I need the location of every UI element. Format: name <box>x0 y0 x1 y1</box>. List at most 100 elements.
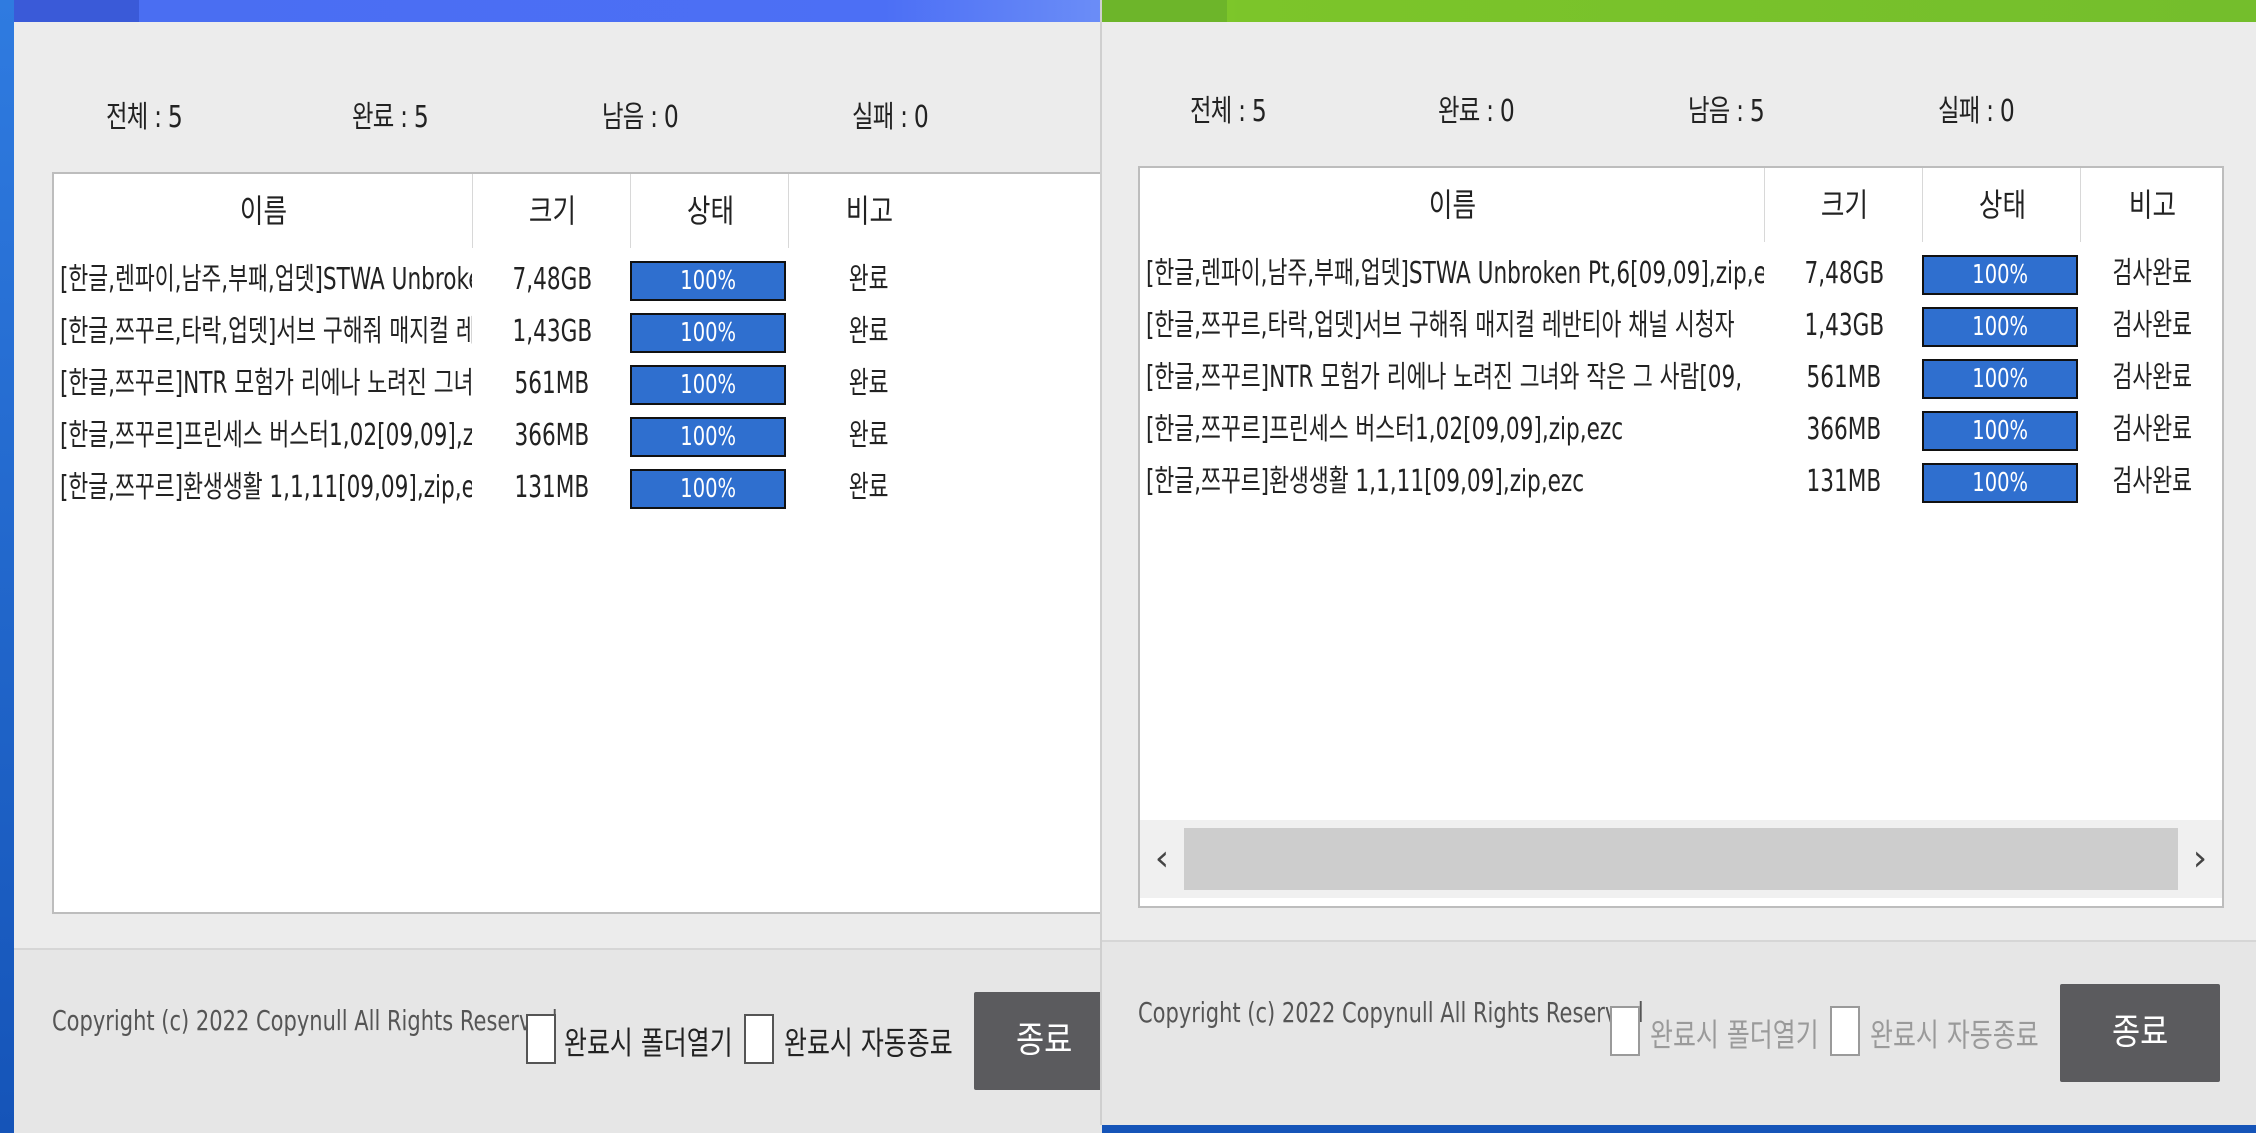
file-note: 완료 <box>849 418 889 453</box>
file-size: 7,48GB <box>1804 256 1884 291</box>
table-row[interactable]: [한글,쯔꾸르]NTR 모험가 리에나 노려진 그녀와 작은 그 사람[09, … <box>1140 352 2222 404</box>
stat-remaining: 남음 : 0 <box>602 100 679 135</box>
scrollbar-thumb[interactable] <box>1184 828 2178 890</box>
column-divider <box>1764 168 1765 242</box>
stat-done: 완료 : 5 <box>352 100 429 135</box>
scroll-right-arrow-icon[interactable]: › <box>2178 820 2222 898</box>
table-row[interactable]: [한글,렌파이,남주,부패,업뎃]STWA Unbroken Pt,6[09,0… <box>54 254 1102 306</box>
column-header-size[interactable]: 크기 <box>1766 168 1922 242</box>
right-title-bar[interactable] <box>1102 0 2256 22</box>
left-file-list[interactable]: 이름 크기 상태 비고 [한글,렌파이,남주,부패,업뎃]STWA Unbrok… <box>52 172 1102 914</box>
column-divider <box>630 174 631 248</box>
stat-done: 완료 : 0 <box>1438 94 1515 129</box>
open-folder-label[interactable]: 완료시 폴더열기 <box>564 1018 733 1064</box>
file-note: 완료 <box>849 262 889 297</box>
column-header-note[interactable]: 비고 <box>790 174 948 248</box>
file-size: 131MB <box>1806 464 1882 499</box>
table-row[interactable]: [한글,쯔꾸르]프린세스 버스터1,02[09,09],zip,ezc 366M… <box>1140 404 2222 456</box>
progress-bar: 100% <box>1922 307 2078 347</box>
file-note: 완료 <box>849 366 889 401</box>
file-note: 검사완료 <box>2112 256 2192 291</box>
file-name: [한글,쯔꾸르]프린세스 버스터1,02[09,09],zip,ezc <box>1146 412 1624 447</box>
file-size: 366MB <box>514 418 590 453</box>
left-footer: Copyright (c) 2022 Copynull All Rights R… <box>14 948 1102 1133</box>
table-row[interactable]: [한글,쯔꾸르]NTR 모험가 리에나 노려진 그녀와 작은 그 사람[ 561… <box>54 358 1102 410</box>
column-header-status[interactable]: 상태 <box>632 174 788 248</box>
copyright-text: Copyright (c) 2022 Copynull All Rights R… <box>1138 996 1644 1029</box>
file-size: 561MB <box>514 366 590 401</box>
column-divider <box>788 174 789 248</box>
open-folder-label[interactable]: 완료시 폴더열기 <box>1650 1010 1819 1056</box>
left-download-window: 전체 : 5 완료 : 5 남음 : 0 실패 : 0 이름 크기 상태 비고 … <box>14 0 1102 1133</box>
exit-button[interactable]: 종료 <box>974 992 1102 1090</box>
progress-bar: 100% <box>1922 411 2078 451</box>
file-name: [한글,쯔꾸르]환생생활 1,1,11[09,09],zip,ezc <box>60 470 472 505</box>
column-divider <box>1922 168 1923 242</box>
file-size: 1,43GB <box>1804 308 1884 343</box>
column-header-name[interactable]: 이름 <box>1140 168 1764 242</box>
file-name: [한글,쯔꾸르]프린세스 버스터1,02[09,09],zip,ezc <box>60 418 472 453</box>
copyright-text: Copyright (c) 2022 Copynull All Rights R… <box>52 1004 558 1037</box>
open-folder-checkbox[interactable] <box>526 1014 556 1064</box>
file-name: [한글,쯔꾸르]NTR 모험가 리에나 노려진 그녀와 작은 그 사람[09, <box>1146 360 1743 395</box>
title-accent <box>14 0 139 22</box>
file-size: 131MB <box>514 470 590 505</box>
progress-bar: 100% <box>630 469 786 509</box>
right-file-list[interactable]: 이름 크기 상태 비고 [한글,렌파이,남주,부패,업뎃]STWA Unbrok… <box>1138 166 2224 908</box>
right-stats-bar: 전체 : 5 완료 : 0 남음 : 5 실패 : 0 <box>1102 86 2256 129</box>
progress-bar: 100% <box>1922 255 2078 295</box>
table-row[interactable]: [한글,쯔꾸르]프린세스 버스터1,02[09,09],zip,ezc 366M… <box>54 410 1102 462</box>
horizontal-scrollbar[interactable]: ‹ › <box>1140 820 2222 898</box>
column-divider <box>2080 168 2081 242</box>
progress-bar: 100% <box>1922 463 2078 503</box>
stat-failed: 실패 : 0 <box>852 100 929 135</box>
auto-exit-label[interactable]: 완료시 자동종료 <box>1870 1010 2039 1056</box>
stat-total: 전체 : 5 <box>1190 94 1267 129</box>
table-row[interactable]: [한글,쯔꾸르]환생생활 1,1,11[09,09],zip,ezc 131MB… <box>1140 456 2222 508</box>
column-header-name[interactable]: 이름 <box>54 174 472 248</box>
exit-button[interactable]: 종료 <box>2060 984 2220 1082</box>
column-header-size[interactable]: 크기 <box>474 174 630 248</box>
auto-exit-checkbox[interactable] <box>1830 1006 1860 1056</box>
progress-bar: 100% <box>630 365 786 405</box>
progress-bar: 100% <box>630 417 786 457</box>
stat-failed: 실패 : 0 <box>1938 94 2015 129</box>
scroll-left-arrow-icon[interactable]: ‹ <box>1140 820 1184 898</box>
file-name: [한글,렌파이,남주,부패,업뎃]STWA Unbroken Pt,6[09,0… <box>60 262 472 297</box>
file-size: 561MB <box>1806 360 1882 395</box>
file-name: [한글,렌파이,남주,부패,업뎃]STWA Unbroken Pt,6[09,0… <box>1146 256 1764 291</box>
right-footer: Copyright (c) 2022 Copynull All Rights R… <box>1102 940 2256 1125</box>
file-note: 검사완료 <box>2112 412 2192 447</box>
file-name: [한글,쯔꾸르]NTR 모험가 리에나 노려진 그녀와 작은 그 사람[ <box>60 366 472 401</box>
title-accent <box>1102 0 1227 22</box>
column-divider <box>472 174 473 248</box>
file-name: [한글,쯔꾸르,타락,업뎃]서브 구해줘 매지컬 레반티아 채널 시청 <box>60 314 472 349</box>
file-note: 검사완료 <box>2112 360 2192 395</box>
file-note: 완료 <box>849 470 889 505</box>
progress-bar: 100% <box>630 261 786 301</box>
left-title-bar[interactable] <box>14 0 1102 22</box>
stat-total: 전체 : 5 <box>106 100 183 135</box>
table-row[interactable]: [한글,쯔꾸르,타락,업뎃]서브 구해줘 매지컬 레반티아 채널 시청 1,43… <box>54 306 1102 358</box>
file-name: [한글,쯔꾸르,타락,업뎃]서브 구해줘 매지컬 레반티아 채널 시청자 <box>1146 308 1735 343</box>
stat-remaining: 남음 : 5 <box>1688 94 1765 129</box>
right-check-window: 전체 : 5 완료 : 0 남음 : 5 실패 : 0 이름 크기 상태 비고 … <box>1102 0 2256 1125</box>
file-size: 366MB <box>1806 412 1882 447</box>
table-row[interactable]: [한글,쯔꾸르,타락,업뎃]서브 구해줘 매지컬 레반티아 채널 시청자 1,4… <box>1140 300 2222 352</box>
progress-bar: 100% <box>630 313 786 353</box>
left-stats-bar: 전체 : 5 완료 : 5 남음 : 0 실패 : 0 <box>14 92 1102 135</box>
file-note: 완료 <box>849 314 889 349</box>
column-header-note[interactable]: 비고 <box>2082 168 2222 242</box>
table-row[interactable]: [한글,쯔꾸르]환생생활 1,1,11[09,09],zip,ezc 131MB… <box>54 462 1102 514</box>
file-note: 검사완료 <box>2112 464 2192 499</box>
open-folder-checkbox[interactable] <box>1610 1006 1640 1056</box>
file-size: 1,43GB <box>512 314 592 349</box>
auto-exit-checkbox[interactable] <box>744 1014 774 1064</box>
file-name: [한글,쯔꾸르]환생생활 1,1,11[09,09],zip,ezc <box>1146 464 1585 499</box>
file-note: 검사완료 <box>2112 308 2192 343</box>
table-row[interactable]: [한글,렌파이,남주,부패,업뎃]STWA Unbroken Pt,6[09,0… <box>1140 248 2222 300</box>
column-header-status[interactable]: 상태 <box>1924 168 2080 242</box>
progress-bar: 100% <box>1922 359 2078 399</box>
auto-exit-label[interactable]: 완료시 자동종료 <box>784 1018 953 1064</box>
file-size: 7,48GB <box>512 262 592 297</box>
